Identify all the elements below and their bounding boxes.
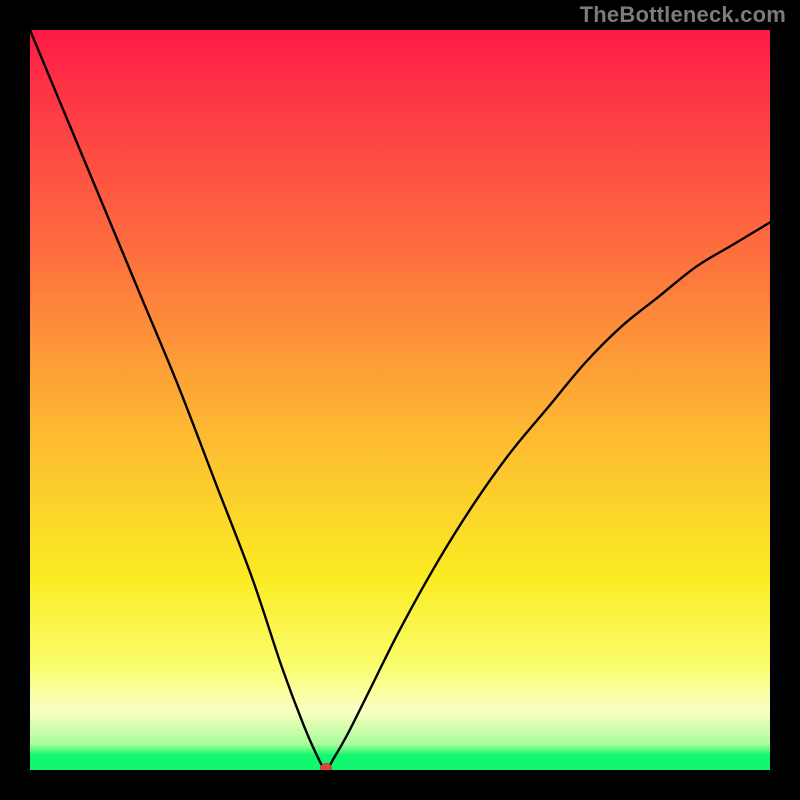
plot-area [30, 30, 770, 770]
chart-frame: TheBottleneck.com [0, 0, 800, 800]
watermark-text: TheBottleneck.com [580, 2, 786, 28]
bottleneck-curve-svg [30, 30, 770, 770]
curve-vertex-marker [320, 763, 332, 770]
bottleneck-curve-path [30, 30, 770, 770]
